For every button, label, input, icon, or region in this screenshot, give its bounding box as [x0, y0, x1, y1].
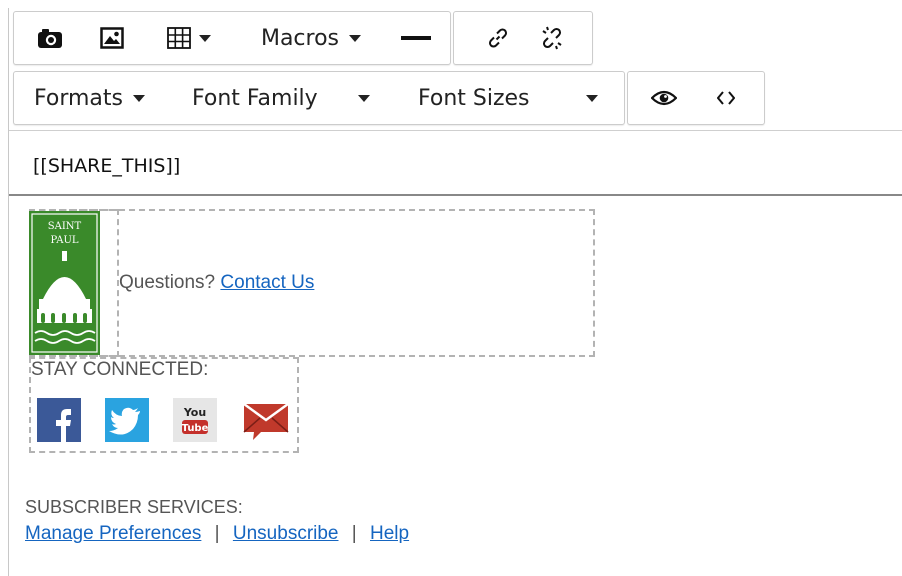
facebook-icon[interactable] — [37, 398, 81, 442]
saint-paul-logo: SAINT PAUL — [29, 211, 100, 355]
format-toolbar-group: Formats Font Family Font Sizes — [13, 71, 625, 125]
editor-content[interactable]: [[SHARE_THIS]] SAINT PAUL Questions? Con… — [9, 131, 902, 576]
logo-line1: SAINT — [48, 221, 82, 232]
chevron-down-icon — [349, 34, 362, 42]
stay-connected-heading: STAY CONNECTED: — [31, 359, 209, 380]
font-family-dropdown[interactable]: Font Family — [192, 72, 412, 124]
chevron-down-icon — [133, 94, 145, 102]
code-icon[interactable] — [704, 72, 748, 124]
subscriber-services-heading: SUBSCRIBER SERVICES: — [25, 497, 243, 517]
macros-dropdown-button[interactable]: Macros — [246, 12, 376, 64]
link-toolbar-group — [453, 11, 593, 65]
font-sizes-label: Font Sizes — [418, 85, 530, 111]
font-family-label: Font Family — [192, 85, 318, 111]
manage-preferences-link[interactable]: Manage Preferences — [25, 523, 201, 544]
link-separator: | — [214, 523, 220, 544]
youtube-you: You — [183, 406, 206, 419]
youtube-tube: Tube — [182, 423, 209, 434]
image-icon[interactable] — [90, 12, 134, 64]
formats-dropdown[interactable]: Formats — [34, 72, 162, 124]
toolbar-row-1: Macros — [9, 8, 902, 70]
twitter-icon[interactable] — [105, 398, 149, 442]
questions-text: Questions? — [119, 272, 216, 293]
questions-line: Questions? Contact Us — [119, 272, 314, 294]
youtube-icon[interactable]: You Tube — [173, 398, 217, 442]
contact-us-link[interactable]: Contact Us — [220, 272, 314, 293]
toolbar-row-2: Formats Font Family Font Sizes — [9, 68, 902, 131]
eye-icon[interactable] — [642, 72, 686, 124]
link-separator: | — [351, 523, 357, 544]
font-sizes-dropdown[interactable]: Font Sizes — [418, 72, 618, 124]
formats-label: Formats — [34, 85, 123, 111]
view-toolbar-group — [627, 71, 765, 125]
horizontal-rule — [9, 194, 902, 196]
subscriber-links: Manage Preferences | Unsubscribe | Help — [25, 523, 409, 545]
table-icon — [167, 27, 191, 49]
insert-toolbar-group: Macros — [13, 11, 451, 65]
unsubscribe-link[interactable]: Unsubscribe — [233, 523, 339, 544]
logo-line2: PAUL — [50, 235, 78, 246]
link-icon[interactable] — [476, 12, 520, 64]
horizontal-rule-button[interactable] — [392, 12, 440, 64]
chevron-down-icon — [199, 34, 211, 42]
rich-text-editor: Macros Formats Font Family Font Sizes [[… — [8, 8, 902, 576]
unlink-icon[interactable] — [530, 12, 574, 64]
table-dropdown-button[interactable] — [154, 12, 224, 64]
chevron-down-icon — [357, 94, 370, 102]
help-link[interactable]: Help — [370, 523, 409, 544]
horizontal-rule-icon — [401, 36, 431, 40]
chevron-down-icon — [585, 94, 598, 102]
macros-label: Macros — [260, 25, 340, 51]
email-icon[interactable] — [241, 398, 289, 442]
camera-icon[interactable] — [28, 12, 72, 64]
share-this-token: [[SHARE_THIS]] — [33, 155, 181, 177]
